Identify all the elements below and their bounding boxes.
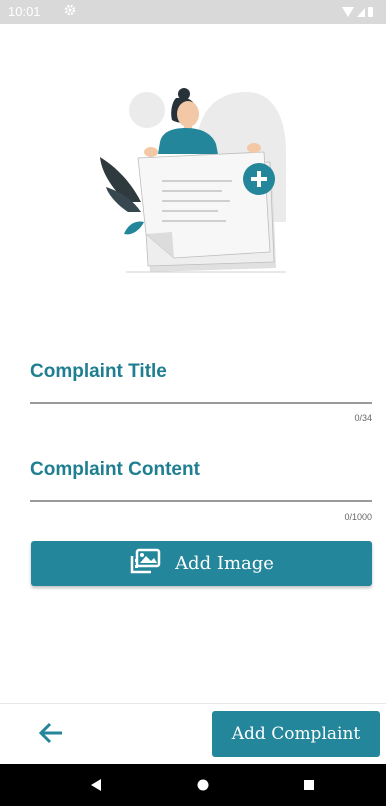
complaint-title-counter: 0/34 — [354, 413, 372, 423]
back-button[interactable] — [32, 718, 68, 748]
bottom-divider — [0, 703, 386, 704]
signal-icon — [357, 8, 365, 17]
back-triangle-icon — [91, 779, 101, 791]
complaint-title-input[interactable] — [30, 402, 372, 404]
status-icons — [342, 7, 373, 17]
complaint-title-label: Complaint Title — [30, 361, 167, 382]
wifi-icon — [342, 7, 354, 17]
status-bar: 10:01 — [0, 0, 386, 24]
recents-square-icon — [304, 780, 314, 790]
add-image-button[interactable]: Add Image — [31, 541, 372, 586]
complaint-content-label: Complaint Content — [30, 459, 200, 480]
arrow-left-icon — [38, 722, 62, 744]
status-time: 10:01 — [8, 4, 41, 19]
system-nav-bar — [0, 764, 386, 806]
nav-recents-button[interactable] — [289, 764, 329, 806]
complaint-content-counter: 0/1000 — [344, 512, 372, 522]
image-gallery-icon — [129, 548, 161, 579]
nav-home-button[interactable] — [183, 764, 223, 806]
complaint-illustration — [86, 72, 300, 282]
nav-back-button[interactable] — [76, 764, 116, 806]
battery-icon — [368, 7, 373, 17]
gear-icon — [64, 3, 76, 19]
add-image-label: Add Image — [175, 553, 274, 574]
add-complaint-button[interactable]: Add Complaint — [212, 711, 380, 757]
complaint-content-input[interactable] — [30, 500, 372, 502]
home-circle-icon — [197, 779, 209, 791]
